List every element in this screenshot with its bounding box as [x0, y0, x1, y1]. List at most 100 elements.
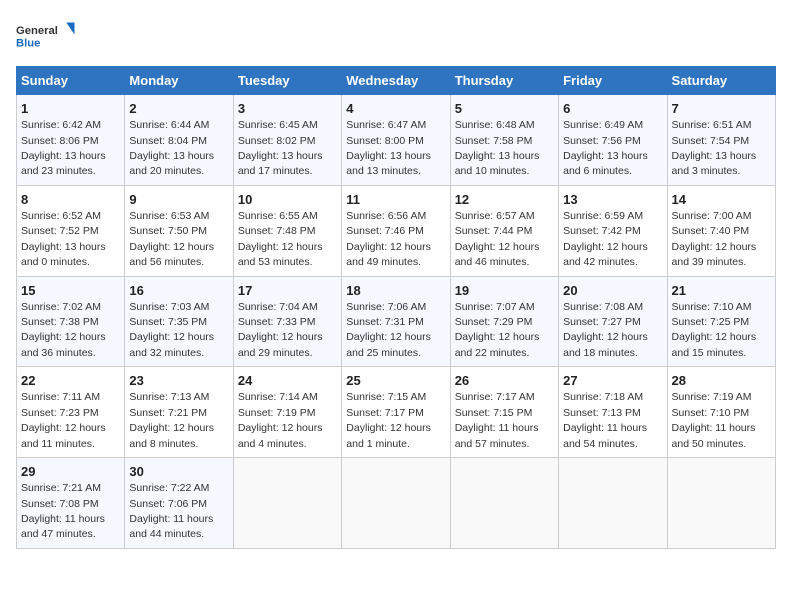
calendar-table: SundayMondayTuesdayWednesdayThursdayFrid…	[16, 66, 776, 549]
day-info: Sunrise: 6:55 AM Sunset: 7:48 PM Dayligh…	[238, 210, 323, 268]
day-number: 2	[129, 100, 228, 118]
calendar-cell: 25Sunrise: 7:15 AM Sunset: 7:17 PM Dayli…	[342, 367, 450, 458]
day-info: Sunrise: 6:45 AM Sunset: 8:02 PM Dayligh…	[238, 119, 323, 177]
day-number: 28	[672, 372, 771, 390]
day-info: Sunrise: 7:18 AM Sunset: 7:13 PM Dayligh…	[563, 391, 647, 449]
calendar-cell: 27Sunrise: 7:18 AM Sunset: 7:13 PM Dayli…	[559, 367, 667, 458]
day-info: Sunrise: 6:51 AM Sunset: 7:54 PM Dayligh…	[672, 119, 757, 177]
day-info: Sunrise: 6:57 AM Sunset: 7:44 PM Dayligh…	[455, 210, 540, 268]
calendar-cell: 14Sunrise: 7:00 AM Sunset: 7:40 PM Dayli…	[667, 185, 775, 276]
calendar-cell	[559, 458, 667, 549]
day-number: 17	[238, 282, 337, 300]
col-header-thursday: Thursday	[450, 67, 558, 95]
calendar-cell: 16Sunrise: 7:03 AM Sunset: 7:35 PM Dayli…	[125, 276, 233, 367]
day-info: Sunrise: 7:17 AM Sunset: 7:15 PM Dayligh…	[455, 391, 539, 449]
calendar-cell: 1Sunrise: 6:42 AM Sunset: 8:06 PM Daylig…	[17, 95, 125, 186]
calendar-cell: 9Sunrise: 6:53 AM Sunset: 7:50 PM Daylig…	[125, 185, 233, 276]
day-info: Sunrise: 6:44 AM Sunset: 8:04 PM Dayligh…	[129, 119, 214, 177]
calendar-cell: 24Sunrise: 7:14 AM Sunset: 7:19 PM Dayli…	[233, 367, 341, 458]
day-info: Sunrise: 7:15 AM Sunset: 7:17 PM Dayligh…	[346, 391, 431, 449]
day-number: 7	[672, 100, 771, 118]
calendar-cell: 22Sunrise: 7:11 AM Sunset: 7:23 PM Dayli…	[17, 367, 125, 458]
day-number: 24	[238, 372, 337, 390]
calendar-cell: 10Sunrise: 6:55 AM Sunset: 7:48 PM Dayli…	[233, 185, 341, 276]
calendar-cell: 19Sunrise: 7:07 AM Sunset: 7:29 PM Dayli…	[450, 276, 558, 367]
calendar-cell: 20Sunrise: 7:08 AM Sunset: 7:27 PM Dayli…	[559, 276, 667, 367]
day-info: Sunrise: 7:07 AM Sunset: 7:29 PM Dayligh…	[455, 301, 540, 359]
day-number: 26	[455, 372, 554, 390]
calendar-cell: 2Sunrise: 6:44 AM Sunset: 8:04 PM Daylig…	[125, 95, 233, 186]
calendar-cell	[667, 458, 775, 549]
day-info: Sunrise: 6:53 AM Sunset: 7:50 PM Dayligh…	[129, 210, 214, 268]
day-info: Sunrise: 6:47 AM Sunset: 8:00 PM Dayligh…	[346, 119, 431, 177]
day-number: 19	[455, 282, 554, 300]
day-number: 13	[563, 191, 662, 209]
day-info: Sunrise: 7:14 AM Sunset: 7:19 PM Dayligh…	[238, 391, 323, 449]
day-info: Sunrise: 7:22 AM Sunset: 7:06 PM Dayligh…	[129, 482, 213, 540]
day-info: Sunrise: 6:56 AM Sunset: 7:46 PM Dayligh…	[346, 210, 431, 268]
day-number: 12	[455, 191, 554, 209]
calendar-week-row: 29Sunrise: 7:21 AM Sunset: 7:08 PM Dayli…	[17, 458, 776, 549]
day-number: 22	[21, 372, 120, 390]
calendar-cell: 30Sunrise: 7:22 AM Sunset: 7:06 PM Dayli…	[125, 458, 233, 549]
day-info: Sunrise: 7:19 AM Sunset: 7:10 PM Dayligh…	[672, 391, 756, 449]
col-header-saturday: Saturday	[667, 67, 775, 95]
day-number: 5	[455, 100, 554, 118]
logo: General Blue	[16, 16, 76, 56]
day-number: 10	[238, 191, 337, 209]
day-info: Sunrise: 7:02 AM Sunset: 7:38 PM Dayligh…	[21, 301, 106, 359]
calendar-cell: 18Sunrise: 7:06 AM Sunset: 7:31 PM Dayli…	[342, 276, 450, 367]
svg-text:General: General	[16, 25, 58, 37]
day-info: Sunrise: 7:08 AM Sunset: 7:27 PM Dayligh…	[563, 301, 648, 359]
calendar-cell	[450, 458, 558, 549]
day-info: Sunrise: 6:52 AM Sunset: 7:52 PM Dayligh…	[21, 210, 106, 268]
day-number: 1	[21, 100, 120, 118]
calendar-cell: 15Sunrise: 7:02 AM Sunset: 7:38 PM Dayli…	[17, 276, 125, 367]
day-number: 16	[129, 282, 228, 300]
col-header-friday: Friday	[559, 67, 667, 95]
col-header-sunday: Sunday	[17, 67, 125, 95]
day-info: Sunrise: 7:10 AM Sunset: 7:25 PM Dayligh…	[672, 301, 757, 359]
calendar-cell: 6Sunrise: 6:49 AM Sunset: 7:56 PM Daylig…	[559, 95, 667, 186]
day-info: Sunrise: 7:11 AM Sunset: 7:23 PM Dayligh…	[21, 391, 106, 449]
day-info: Sunrise: 7:03 AM Sunset: 7:35 PM Dayligh…	[129, 301, 214, 359]
col-header-wednesday: Wednesday	[342, 67, 450, 95]
day-number: 15	[21, 282, 120, 300]
col-header-tuesday: Tuesday	[233, 67, 341, 95]
logo-svg: General Blue	[16, 16, 76, 56]
day-info: Sunrise: 7:06 AM Sunset: 7:31 PM Dayligh…	[346, 301, 431, 359]
calendar-cell: 26Sunrise: 7:17 AM Sunset: 7:15 PM Dayli…	[450, 367, 558, 458]
calendar-cell: 11Sunrise: 6:56 AM Sunset: 7:46 PM Dayli…	[342, 185, 450, 276]
calendar-header-row: SundayMondayTuesdayWednesdayThursdayFrid…	[17, 67, 776, 95]
day-number: 20	[563, 282, 662, 300]
day-info: Sunrise: 6:48 AM Sunset: 7:58 PM Dayligh…	[455, 119, 540, 177]
calendar-cell: 12Sunrise: 6:57 AM Sunset: 7:44 PM Dayli…	[450, 185, 558, 276]
day-number: 21	[672, 282, 771, 300]
day-info: Sunrise: 6:42 AM Sunset: 8:06 PM Dayligh…	[21, 119, 106, 177]
day-number: 8	[21, 191, 120, 209]
day-number: 18	[346, 282, 445, 300]
calendar-week-row: 8Sunrise: 6:52 AM Sunset: 7:52 PM Daylig…	[17, 185, 776, 276]
day-number: 11	[346, 191, 445, 209]
calendar-cell: 5Sunrise: 6:48 AM Sunset: 7:58 PM Daylig…	[450, 95, 558, 186]
calendar-cell: 17Sunrise: 7:04 AM Sunset: 7:33 PM Dayli…	[233, 276, 341, 367]
calendar-cell: 3Sunrise: 6:45 AM Sunset: 8:02 PM Daylig…	[233, 95, 341, 186]
day-number: 4	[346, 100, 445, 118]
day-number: 27	[563, 372, 662, 390]
header: General Blue	[16, 16, 776, 56]
day-info: Sunrise: 6:49 AM Sunset: 7:56 PM Dayligh…	[563, 119, 648, 177]
day-number: 29	[21, 463, 120, 481]
col-header-monday: Monday	[125, 67, 233, 95]
calendar-cell: 23Sunrise: 7:13 AM Sunset: 7:21 PM Dayli…	[125, 367, 233, 458]
day-info: Sunrise: 7:04 AM Sunset: 7:33 PM Dayligh…	[238, 301, 323, 359]
day-number: 14	[672, 191, 771, 209]
day-info: Sunrise: 6:59 AM Sunset: 7:42 PM Dayligh…	[563, 210, 648, 268]
day-number: 9	[129, 191, 228, 209]
calendar-cell: 28Sunrise: 7:19 AM Sunset: 7:10 PM Dayli…	[667, 367, 775, 458]
calendar-cell	[233, 458, 341, 549]
calendar-cell: 4Sunrise: 6:47 AM Sunset: 8:00 PM Daylig…	[342, 95, 450, 186]
calendar-cell: 29Sunrise: 7:21 AM Sunset: 7:08 PM Dayli…	[17, 458, 125, 549]
calendar-week-row: 1Sunrise: 6:42 AM Sunset: 8:06 PM Daylig…	[17, 95, 776, 186]
day-number: 3	[238, 100, 337, 118]
day-info: Sunrise: 7:13 AM Sunset: 7:21 PM Dayligh…	[129, 391, 214, 449]
